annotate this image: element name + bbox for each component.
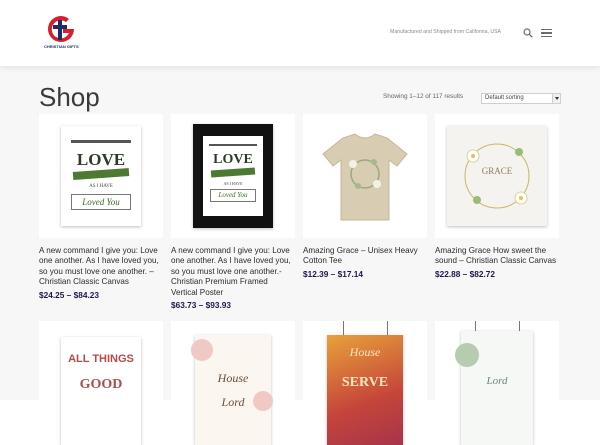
chevron-down-icon xyxy=(552,94,560,103)
product-image[interactable]: Lord xyxy=(435,321,559,445)
product-card[interactable]: House Lord xyxy=(171,321,295,445)
poster-art: House SERVE xyxy=(327,335,403,445)
product-price: $12.39 – $17.14 xyxy=(303,268,363,279)
product-image[interactable]: House SERVE xyxy=(303,321,427,445)
product-card[interactable]: LOVE AS I HAVE Loved You A new command I… xyxy=(171,114,295,310)
logo-text: CHRISTIAN GIFTS xyxy=(44,44,79,49)
product-title[interactable]: A new command I give you: Love one anoth… xyxy=(39,246,163,288)
brand-logo[interactable]: CHRISTIAN GIFTS xyxy=(44,14,79,52)
poster-art: Lord xyxy=(455,331,533,445)
product-image[interactable]: House Lord xyxy=(171,321,295,445)
product-price: $22.88 – $82.72 xyxy=(435,268,495,279)
shop-page: Shop Showing 1–12 of 117 results Default… xyxy=(0,66,600,445)
framed-poster: LOVE AS I HAVE Loved You xyxy=(193,124,273,228)
product-title[interactable]: A new command I give you: Love one anoth… xyxy=(171,246,295,298)
site-header: CHRISTIAN GIFTS Manufactured and Shipped… xyxy=(0,0,600,66)
search-icon[interactable] xyxy=(523,28,533,38)
product-image[interactable] xyxy=(303,114,427,238)
header-tagline: Manufactured and Shipped from California… xyxy=(390,29,502,35)
product-image[interactable]: LOVE AS I HAVE Loved You xyxy=(39,114,163,238)
product-price: $24.25 – $84.23 xyxy=(39,289,99,300)
floral-wreath-icon xyxy=(464,143,530,209)
canvas-art: LOVE AS I HAVE Loved You xyxy=(61,126,141,226)
product-card[interactable]: Lord xyxy=(435,321,559,445)
page-title: Shop xyxy=(39,82,100,112)
poster-art: ALL THINGS GOOD xyxy=(61,337,141,445)
canvas-art: GRACE xyxy=(447,126,547,226)
product-title[interactable]: Amazing Grace – Unisex Heavy Cotton Tee xyxy=(303,246,427,267)
product-price: $63.73 – $93.93 xyxy=(171,300,231,311)
poster-art: House Lord xyxy=(191,335,273,445)
product-card[interactable]: GRACE Amazing Grace How sweet the sound … xyxy=(435,114,559,279)
sort-select-value: Default sorting xyxy=(485,95,524,101)
product-image[interactable]: ALL THINGS GOOD xyxy=(39,321,163,445)
logo-mark-icon xyxy=(48,16,74,42)
sort-select[interactable]: Default sorting xyxy=(481,93,561,104)
product-card[interactable]: LOVE AS I HAVE Loved You A new command I… xyxy=(39,114,163,300)
product-card[interactable]: ALL THINGS GOOD xyxy=(39,321,163,445)
product-image[interactable]: GRACE xyxy=(435,114,559,238)
product-image[interactable]: LOVE AS I HAVE Loved You xyxy=(171,114,295,238)
tshirt-image xyxy=(322,133,408,221)
product-card[interactable]: House SERVE xyxy=(303,321,427,445)
hamburger-menu-icon[interactable] xyxy=(541,29,552,37)
product-title[interactable]: Amazing Grace How sweet the sound – Chri… xyxy=(435,246,559,267)
result-count: Showing 1–12 of 117 results xyxy=(383,93,464,100)
product-card[interactable]: Amazing Grace – Unisex Heavy Cotton Tee … xyxy=(303,114,427,279)
